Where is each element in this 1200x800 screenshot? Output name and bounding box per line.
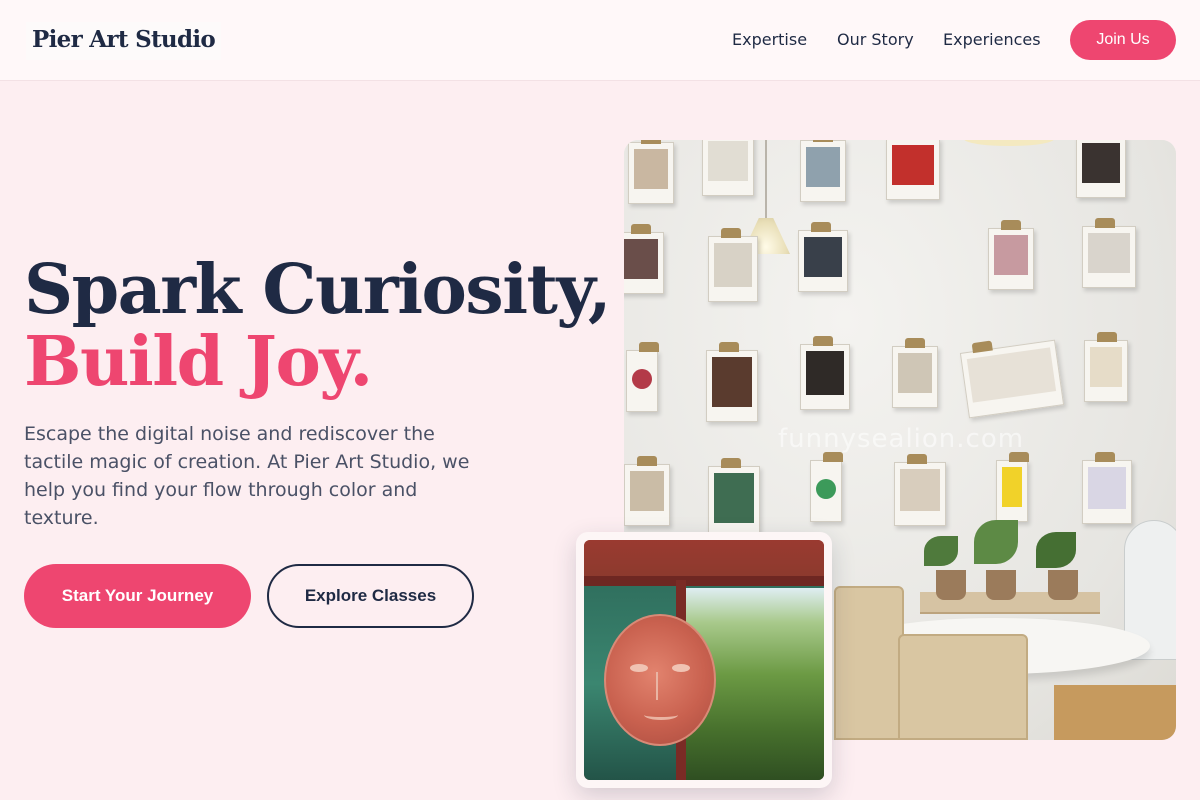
clipboard-print bbox=[1082, 452, 1132, 524]
nav-link-our-story[interactable]: Our Story bbox=[837, 30, 914, 49]
clipboard-print bbox=[1082, 218, 1136, 288]
mural-photo bbox=[584, 540, 824, 780]
painted-face-mural bbox=[604, 614, 716, 746]
plant-pot bbox=[1048, 570, 1078, 600]
plant-pot bbox=[986, 570, 1016, 600]
plant-leaves bbox=[974, 520, 1018, 564]
window-beam bbox=[584, 576, 824, 586]
plant-leaves bbox=[924, 536, 958, 566]
hero-headline-line2: Build Joy. bbox=[24, 322, 373, 402]
nav-link-experiences[interactable]: Experiences bbox=[943, 30, 1041, 49]
face-eye bbox=[630, 664, 648, 672]
plant-leaves bbox=[1036, 532, 1076, 568]
clipboard-print bbox=[1076, 140, 1126, 198]
clipboard-print bbox=[706, 342, 758, 422]
clipboard-print bbox=[1084, 332, 1128, 402]
clipboard-print bbox=[626, 342, 659, 412]
hero-headline-line1: Spark Curiosity, bbox=[24, 250, 612, 330]
face-eye bbox=[672, 664, 690, 672]
clipboard-print bbox=[800, 336, 850, 410]
clipboard-print bbox=[628, 140, 674, 204]
start-journey-button[interactable]: Start Your Journey bbox=[24, 564, 251, 628]
clipboard-print bbox=[810, 452, 843, 522]
face-nose bbox=[656, 672, 666, 700]
wooden-cabinet bbox=[1054, 685, 1176, 740]
site-header: Pier Art Studio Expertise Our Story Expe… bbox=[0, 0, 1200, 81]
site-logo[interactable]: Pier Art Studio bbox=[26, 22, 222, 60]
face-mouth bbox=[644, 710, 678, 720]
clipboard-print bbox=[624, 224, 664, 294]
nav-link-expertise[interactable]: Expertise bbox=[732, 30, 807, 49]
clipboard-print bbox=[702, 140, 754, 196]
clipboard-print bbox=[798, 222, 848, 292]
explore-classes-button[interactable]: Explore Classes bbox=[267, 564, 474, 628]
clipboard-print bbox=[624, 456, 670, 526]
open-magazine bbox=[959, 339, 1065, 419]
plant-pot bbox=[936, 570, 966, 600]
clipboard-print bbox=[800, 140, 846, 202]
hero-headline: Spark Curiosity, Build Joy. bbox=[24, 250, 612, 402]
clipboard-print bbox=[892, 338, 938, 408]
clipboard-print bbox=[708, 458, 760, 538]
clipboard-print bbox=[894, 454, 946, 526]
clipboard-print bbox=[996, 452, 1029, 522]
wooden-chair bbox=[898, 634, 1028, 740]
wooden-chair bbox=[834, 586, 904, 740]
image-watermark: funnysealion.com bbox=[778, 424, 1025, 454]
hero-description: Escape the digital noise and rediscover … bbox=[24, 423, 470, 529]
join-us-button[interactable]: Join Us bbox=[1070, 20, 1176, 60]
clipboard-print bbox=[886, 140, 940, 200]
mural-photo-card bbox=[576, 532, 832, 788]
clipboard-print bbox=[708, 228, 758, 302]
pendant-lamp-cord bbox=[765, 140, 767, 220]
clipboard-print bbox=[988, 220, 1034, 290]
